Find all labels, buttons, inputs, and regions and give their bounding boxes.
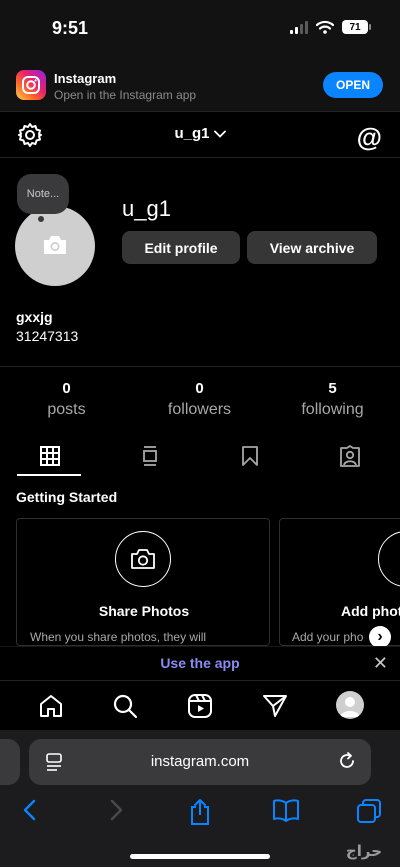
stat-label: followers [167, 401, 232, 418]
reels-icon[interactable] [187, 693, 213, 719]
forward-arrow-icon[interactable] [106, 798, 126, 822]
watermark-logo: حراج [345, 843, 382, 860]
stat-count: 0 [62, 380, 71, 397]
card-title: Add phot [341, 603, 400, 619]
bottom-nav [0, 680, 400, 730]
stat-followers[interactable]: 0 followers [133, 380, 266, 419]
tab-saved[interactable] [200, 436, 300, 476]
share-photos-card[interactable]: Share Photos When you share photos, they… [16, 518, 270, 646]
view-archive-button[interactable]: View archive [247, 231, 377, 264]
active-tab-indicator [17, 474, 81, 476]
stat-count: 0 [195, 380, 204, 397]
instagram-logo-icon [16, 70, 46, 100]
stat-label: posts [47, 401, 86, 418]
account-username: u_g1 [174, 125, 210, 142]
back-arrow-icon[interactable] [20, 798, 40, 822]
battery-icon: 71 [342, 20, 371, 34]
profile-top-nav: u_g1 @ [0, 112, 400, 158]
divider [0, 366, 400, 367]
open-app-button[interactable]: OPEN [323, 72, 383, 98]
profile-avatar-small[interactable] [336, 691, 364, 719]
tagged-person-icon [340, 445, 360, 467]
wifi-icon [316, 20, 334, 34]
profile-photo-icon [378, 531, 400, 587]
avatar-placeholder-icon [340, 697, 360, 717]
cellular-signal-icon [290, 20, 308, 34]
bookmarks-book-icon[interactable] [272, 798, 300, 822]
card-title: Share Photos [98, 603, 190, 619]
profile-avatar[interactable] [15, 206, 95, 286]
grid-icon [40, 446, 60, 466]
use-app-link[interactable]: Use the app [0, 655, 400, 671]
bookmark-icon [242, 446, 258, 466]
tab-feed[interactable] [100, 436, 200, 476]
carousel-next-button[interactable]: › [369, 626, 391, 648]
reload-icon[interactable] [337, 751, 357, 771]
search-icon[interactable] [112, 693, 138, 719]
tab-tagged[interactable] [300, 436, 400, 476]
tab-grid[interactable] [0, 436, 100, 476]
profile-tabs [0, 436, 400, 476]
status-bar: 9:51 71 [0, 0, 400, 60]
camera-icon [115, 531, 171, 587]
banner-app-name: Instagram [54, 71, 117, 86]
chevron-down-icon [213, 130, 226, 138]
home-indicator [130, 854, 270, 859]
tabs-overview-icon[interactable] [356, 798, 382, 824]
use-app-bar: Use the app ✕ [0, 646, 400, 680]
home-icon[interactable] [38, 693, 64, 719]
profile-username: u_g1 [122, 196, 171, 221]
threads-icon[interactable]: @ [357, 122, 382, 153]
banner-subtitle: Open in the Instagram app [54, 88, 197, 102]
card-description: Add your pho [292, 630, 364, 644]
stat-posts: 0 posts [0, 380, 133, 419]
add-photo-camera-icon [44, 236, 66, 254]
stat-following[interactable]: 5 following [266, 380, 399, 419]
share-icon[interactable] [188, 798, 212, 826]
card-description: When you share photos, they will [30, 630, 207, 644]
app-banner: Instagram Open in the Instagram app OPEN [0, 60, 400, 112]
getting-started-title: Getting Started [16, 489, 118, 505]
status-icons: 71 [290, 20, 371, 34]
feed-icon [143, 446, 157, 466]
safari-toolbar: instagram.com حراج [0, 730, 400, 867]
url-text: instagram.com [150, 753, 250, 770]
previous-tab-url-bar[interactable] [0, 739, 20, 785]
note-bubble-tail [38, 216, 44, 222]
profile-full-name: gxxjg [16, 309, 53, 325]
direct-message-icon[interactable] [262, 693, 288, 719]
note-bubble[interactable]: Note... [17, 174, 69, 214]
profile-bio: 31247313 [16, 328, 79, 344]
close-icon[interactable]: ✕ [373, 653, 388, 674]
address-bar[interactable]: instagram.com [29, 739, 371, 785]
status-time: 9:51 [52, 18, 89, 38]
stat-label: following [301, 401, 364, 418]
edit-profile-button[interactable]: Edit profile [122, 231, 240, 264]
stat-count: 5 [328, 380, 337, 397]
account-switcher[interactable]: u_g1 [0, 125, 400, 142]
